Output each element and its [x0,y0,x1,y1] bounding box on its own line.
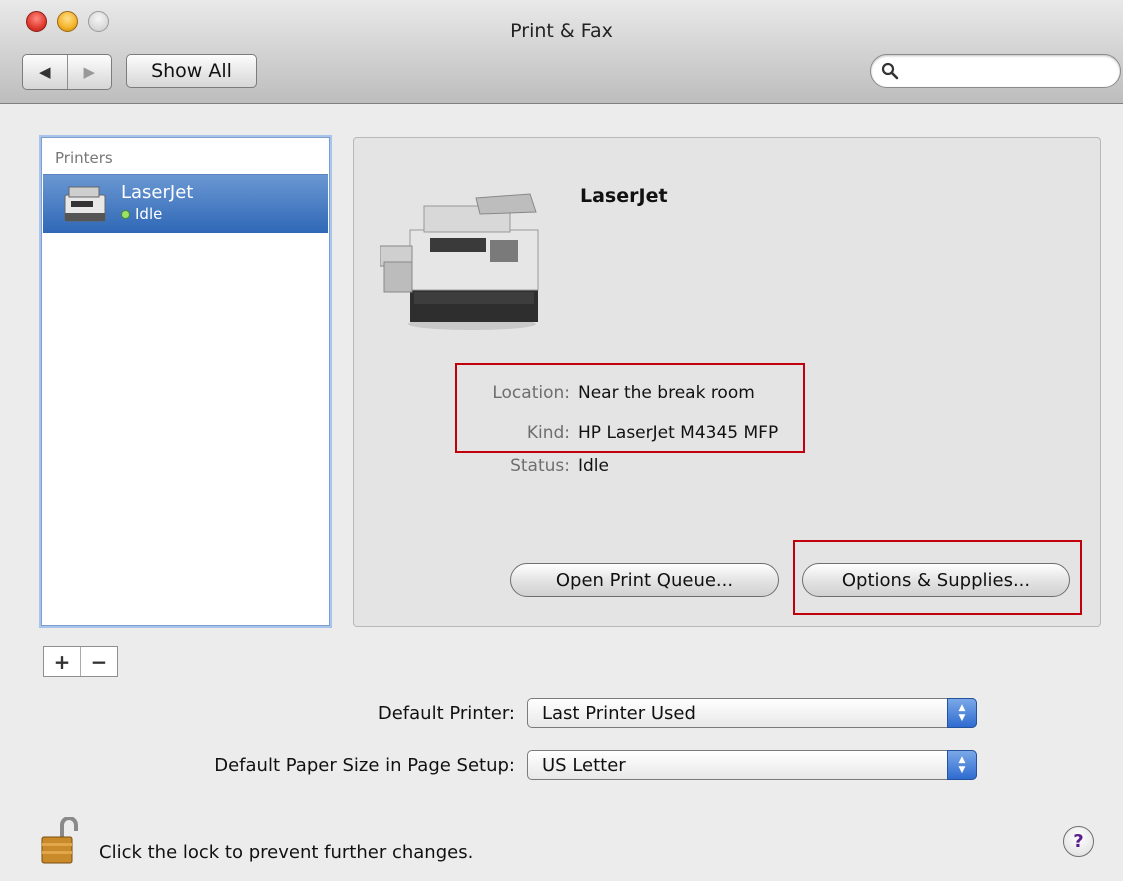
printer-icon [64,186,106,222]
open-print-queue-button[interactable]: Open Print Queue... [510,563,779,597]
back-button[interactable]: ◀ [23,55,67,89]
popup-arrows-icon: ▲ ▼ [947,750,977,780]
printer-list-header: Printers [55,149,113,167]
default-paper-label: Default Paper Size in Page Setup: [214,755,515,776]
nav-buttons: ◀ ▶ [22,54,112,90]
print-fax-window: Print & Fax ◀ ▶ Show All Printers LaserJ… [0,0,1123,881]
help-button[interactable]: ? [1063,826,1094,857]
remove-printer-button[interactable]: − [80,647,117,676]
default-paper-select[interactable]: US Letter ▲ ▼ [527,750,977,780]
search-icon [881,62,899,80]
forward-button[interactable]: ▶ [66,55,112,89]
add-printer-button[interactable]: + [44,647,80,676]
toolbar: Print & Fax ◀ ▶ Show All [0,0,1123,104]
printer-list[interactable]: Printers LaserJet Idle [41,137,330,626]
printer-list-item[interactable]: LaserJet Idle [43,174,328,233]
search-input[interactable] [905,60,1109,84]
forward-arrow-icon: ▶ [83,63,96,81]
highlight-box-info [455,363,805,453]
printer-status: Idle [121,205,162,223]
printer-detail-name: LaserJet [580,185,668,207]
highlight-box-options [793,540,1082,615]
window-title: Print & Fax [510,20,613,42]
status-value: Idle [578,456,609,476]
unlocked-lock-icon[interactable] [40,817,86,865]
search-field[interactable] [870,54,1121,88]
default-printer-select[interactable]: Last Printer Used ▲ ▼ [527,698,977,728]
default-paper-value: US Letter [542,755,626,776]
status-label: Status: [510,456,570,476]
list-edit-buttons: + − [43,646,118,677]
show-all-button[interactable]: Show All [126,54,257,88]
lock-message: Click the lock to prevent further change… [99,842,474,863]
default-printer-label: Default Printer: [377,703,515,724]
printer-status-text: Idle [135,205,163,223]
popup-arrows-icon: ▲ ▼ [947,698,977,728]
back-arrow-icon: ◀ [38,63,51,81]
printer-name: LaserJet [121,182,194,203]
printer-image [380,193,539,330]
default-printer-value: Last Printer Used [542,703,696,724]
status-dot-icon [121,209,130,219]
